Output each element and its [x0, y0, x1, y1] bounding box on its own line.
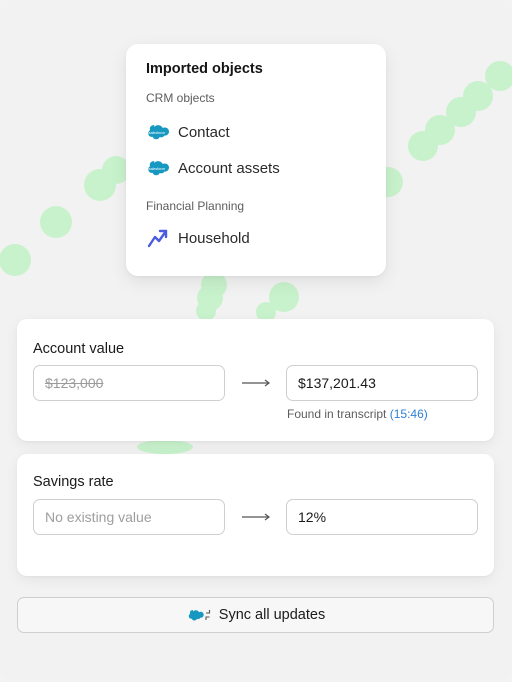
svg-text:salesforce: salesforce — [149, 131, 165, 135]
app-frame: Imported objects CRM objects salesforce … — [0, 0, 512, 682]
imported-objects-card: Imported objects CRM objects salesforce … — [126, 44, 386, 276]
svg-text:salesforce: salesforce — [149, 167, 165, 171]
source-note-prefix: Found in transcript — [287, 407, 390, 421]
field-title-account-value: Account value — [33, 341, 125, 357]
new-value-field[interactable]: 12% — [286, 499, 478, 535]
object-item-household[interactable]: Household — [146, 227, 366, 249]
field-card-account-value: Account value $123,000 $137,201.43 Found… — [17, 319, 494, 441]
salesforce-cloud-icon: salesforce — [146, 124, 170, 141]
arrow-right-icon — [242, 513, 270, 521]
transcript-timestamp-link[interactable]: (15:46) — [390, 407, 428, 421]
object-item-contact[interactable]: salesforce Contact — [146, 121, 366, 143]
salesforce-cloud-icon: salesforce — [146, 160, 170, 177]
object-item-account-assets[interactable]: salesforce Account assets — [146, 157, 366, 179]
sync-all-updates-button[interactable]: Sync all updates — [17, 597, 494, 633]
source-note: Found in transcript (15:46) — [287, 407, 428, 421]
old-value-placeholder: No existing value — [45, 509, 152, 525]
trend-arrow-icon — [146, 229, 170, 248]
field-title-savings-rate: Savings rate — [33, 474, 114, 490]
object-label-contact: Contact — [178, 123, 230, 141]
object-label-account-assets: Account assets — [178, 159, 280, 177]
field-card-savings-rate: Savings rate No existing value 12% — [17, 454, 494, 576]
salesforce-sync-icon — [186, 607, 212, 623]
old-value-field[interactable]: No existing value — [33, 499, 225, 535]
arrow-right-icon — [242, 379, 270, 387]
old-value-field[interactable]: $123,000 — [33, 365, 225, 401]
sync-button-label: Sync all updates — [218, 607, 326, 623]
new-value-text: 12% — [298, 509, 327, 525]
object-label-household: Household — [178, 229, 250, 247]
imported-objects-title: Imported objects — [146, 61, 263, 77]
new-value-text: $137,201.43 — [298, 375, 376, 391]
group-label-crm: CRM objects — [146, 91, 215, 105]
old-value-text: $123,000 — [45, 375, 104, 391]
group-label-financial-planning: Financial Planning — [146, 199, 245, 213]
new-value-field[interactable]: $137,201.43 — [286, 365, 478, 401]
